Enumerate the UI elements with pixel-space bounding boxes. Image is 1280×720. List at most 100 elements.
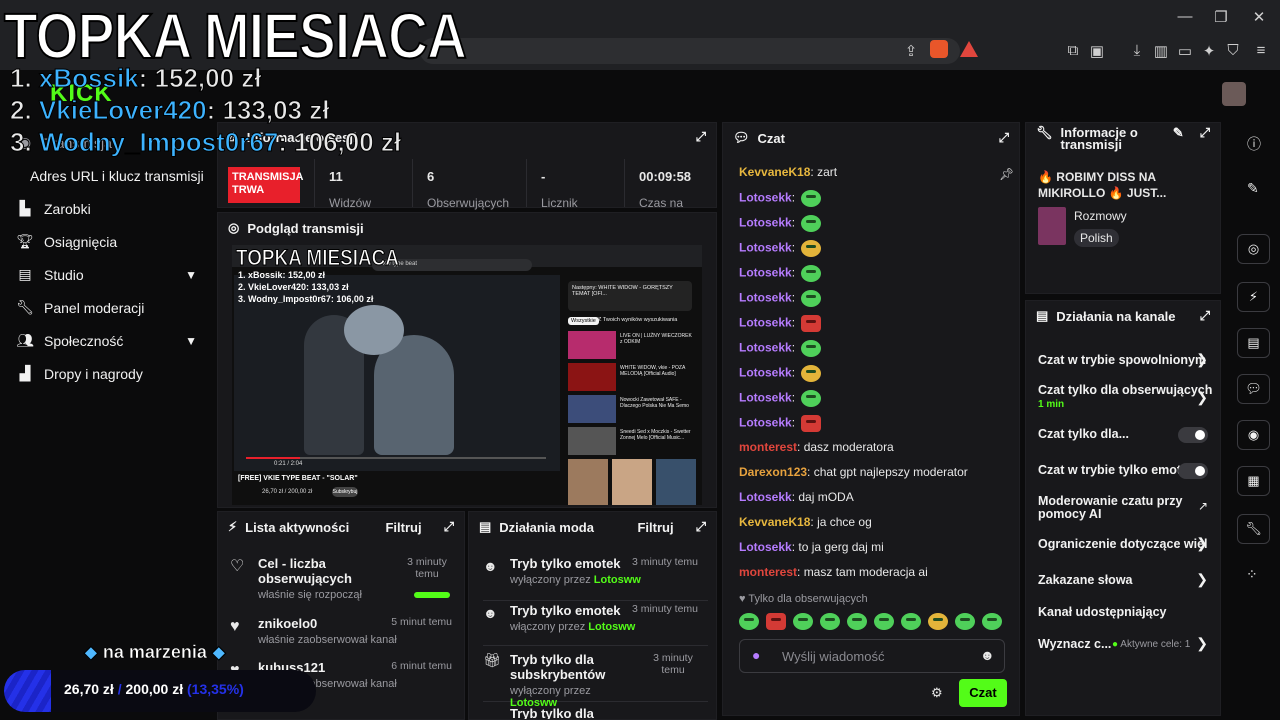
sidebar-item-label: Panel moderacji: [44, 299, 145, 316]
chat-username[interactable]: Lotosekk: [739, 216, 792, 230]
chat-username[interactable]: Lotosekk: [739, 266, 792, 280]
clipboard-button[interactable]: ▤: [1237, 328, 1270, 358]
share-icon[interactable]: ⇪: [900, 42, 922, 60]
chat-username[interactable]: Lotosekk: [739, 341, 792, 355]
popout-icon[interactable]: ⤢: [444, 519, 454, 535]
preview-video[interactable]: vkie type beat 0:21 / 2:04 [FREE] VKIE T…: [232, 245, 702, 505]
category-thumbnail[interactable]: [1038, 207, 1066, 245]
chevron-right-icon: ❯: [1196, 535, 1208, 551]
layout-button[interactable]: ▦: [1237, 466, 1270, 496]
brave-shield-icon[interactable]: [930, 40, 948, 58]
chat-username[interactable]: Lotosekk: [739, 241, 792, 255]
camera-button[interactable]: ◎: [1237, 234, 1270, 264]
wallet-icon[interactable]: ▭: [1174, 42, 1196, 60]
chat-username[interactable]: KevvaneK18: [739, 165, 810, 179]
chat-username[interactable]: monterest: [739, 440, 797, 454]
subs-only-toggle[interactable]: [1178, 427, 1208, 443]
emote-icon[interactable]: [928, 613, 948, 630]
menu-icon[interactable]: ≡: [1250, 42, 1272, 59]
emote-icon[interactable]: [847, 613, 867, 630]
sidebar-item-community[interactable]: 👥︎ Społeczność ▼: [0, 324, 215, 357]
emote-icon[interactable]: [982, 613, 1002, 630]
banned-words-item[interactable]: Zakazane słowa: [1038, 573, 1216, 587]
sidebar-item-achievements[interactable]: 🏆︎ Osiągnięcia: [0, 225, 215, 258]
filter-button[interactable]: Filtruj: [637, 520, 673, 535]
overlay-rank-2: 2. VkieLover420: 133,03 zł: [10, 94, 330, 126]
sidebar-icon[interactable]: ▥: [1150, 42, 1172, 60]
emote-only-toggle[interactable]: [1178, 463, 1208, 479]
filter-button[interactable]: Filtruj: [385, 520, 421, 535]
sidebar-item-drops[interactable]: ▟ Dropy i nagrody: [0, 357, 215, 390]
info-icon[interactable]: ⓘ: [1247, 134, 1261, 154]
chat-username[interactable]: Lotosekk: [739, 416, 792, 430]
chat-username[interactable]: KevvaneK18: [739, 515, 810, 529]
length-limit-item[interactable]: Ograniczenie dotyczące wiel: [1038, 537, 1216, 551]
sidebar-item-earnings[interactable]: ▙ Zarobki: [0, 192, 215, 225]
slow-mode-item[interactable]: Czat w trybie spowolnionym: [1038, 353, 1216, 367]
mini-list-item: WHITE WIDOW, vkie - POZA MELODIĄ [Offici…: [620, 365, 685, 377]
chat-username[interactable]: Lotosekk: [739, 391, 792, 405]
popout-icon[interactable]: ⤢: [1200, 308, 1210, 324]
emote-icon[interactable]: [955, 613, 975, 630]
send-button[interactable]: Czat: [959, 679, 1007, 707]
sidebar-item-stream-key[interactable]: Adres URL i klucz transmisji: [0, 159, 215, 192]
screenshot-icon[interactable]: ▣: [1086, 42, 1108, 60]
pin-icon[interactable]: 📌︎: [999, 167, 1014, 181]
chat-username[interactable]: Lotosekk: [739, 490, 792, 504]
broadcast-button[interactable]: ◉: [1237, 420, 1270, 450]
mic-icon[interactable]: ●: [752, 647, 760, 663]
emote-icon[interactable]: [874, 613, 894, 630]
popout-icon[interactable]: ⤢: [696, 519, 706, 535]
download-icon[interactable]: ⤓: [1126, 42, 1148, 59]
close-icon[interactable]: ✕: [1248, 8, 1270, 26]
emoji-icon[interactable]: ☻: [980, 647, 995, 663]
followers-only-item[interactable]: Czat tylko dla obserwujących 1 min: [1038, 383, 1216, 410]
more-icon[interactable]: ⁘: [1246, 566, 1258, 583]
category-name[interactable]: Rozmowy: [1074, 209, 1127, 223]
chat-message: Lotosekk:: [739, 290, 822, 307]
avatar[interactable]: [1222, 82, 1246, 106]
brave-rewards-icon[interactable]: [960, 41, 978, 57]
emote-icon[interactable]: [820, 613, 840, 630]
wrench-icon: 🔧︎: [16, 299, 34, 315]
chat-username[interactable]: Lotosekk: [739, 191, 792, 205]
edit-icon[interactable]: ✎: [1173, 126, 1184, 139]
sidebar-item-label: Osiągnięcia: [44, 233, 118, 250]
moderator-name[interactable]: Lotosww: [594, 574, 641, 586]
emote-icon[interactable]: [739, 613, 759, 630]
leo-icon[interactable]: ✦: [1198, 42, 1220, 60]
chat-username[interactable]: Lotosekk: [739, 316, 792, 330]
chat-input[interactable]: ● Wyślij wiadomość ☻: [739, 639, 1005, 673]
emote-icon[interactable]: [793, 613, 813, 630]
popout-icon[interactable]: ⤢: [696, 129, 706, 145]
video-progress[interactable]: [246, 457, 546, 459]
emote-icon[interactable]: [901, 613, 921, 630]
vpn-icon[interactable]: ⛉: [1222, 42, 1244, 59]
popout-icon[interactable]: ⤢: [1200, 126, 1210, 139]
extensions-icon[interactable]: ⧉: [1062, 42, 1084, 59]
stat-label: Licznik: [541, 196, 578, 210]
chat-username[interactable]: Lotosekk: [739, 366, 792, 380]
edit-icon[interactable]: ✎: [1247, 180, 1259, 197]
layout-icon: ▦: [1247, 473, 1260, 488]
gear-icon[interactable]: ⚙: [931, 685, 943, 701]
maximize-icon[interactable]: ❐: [1210, 8, 1232, 26]
action-label: Zakazane słowa: [1038, 573, 1133, 587]
moderator-name[interactable]: Lotosww: [588, 621, 635, 633]
emote-icon[interactable]: [766, 613, 786, 630]
host-channel-item[interactable]: Kanał udostępniający: [1038, 605, 1216, 619]
chat-username[interactable]: Darexon123: [739, 465, 807, 479]
sidebar-item-studio[interactable]: ▤ Studio ▼: [0, 258, 215, 291]
popout-icon[interactable]: ⤢: [999, 130, 1009, 146]
chat-username[interactable]: Lotosekk: [739, 540, 792, 554]
minimize-icon[interactable]: —: [1174, 8, 1196, 25]
wrench-button[interactable]: 🔧︎: [1237, 514, 1270, 544]
ai-moderation-item[interactable]: Moderowanie czatu przy pomocy AI: [1038, 495, 1198, 521]
sidebar-item-moderation[interactable]: 🔧︎ Panel moderacji: [0, 291, 215, 324]
chat-username[interactable]: Lotosekk: [739, 291, 792, 305]
goals-item[interactable]: Wyznacz c...: [1038, 637, 1118, 651]
chat-button[interactable]: 💬︎: [1237, 374, 1270, 404]
bolt-button[interactable]: ⚡︎: [1237, 282, 1270, 312]
chat-username[interactable]: monterest: [739, 565, 797, 579]
address-bar[interactable]: [420, 38, 960, 64]
